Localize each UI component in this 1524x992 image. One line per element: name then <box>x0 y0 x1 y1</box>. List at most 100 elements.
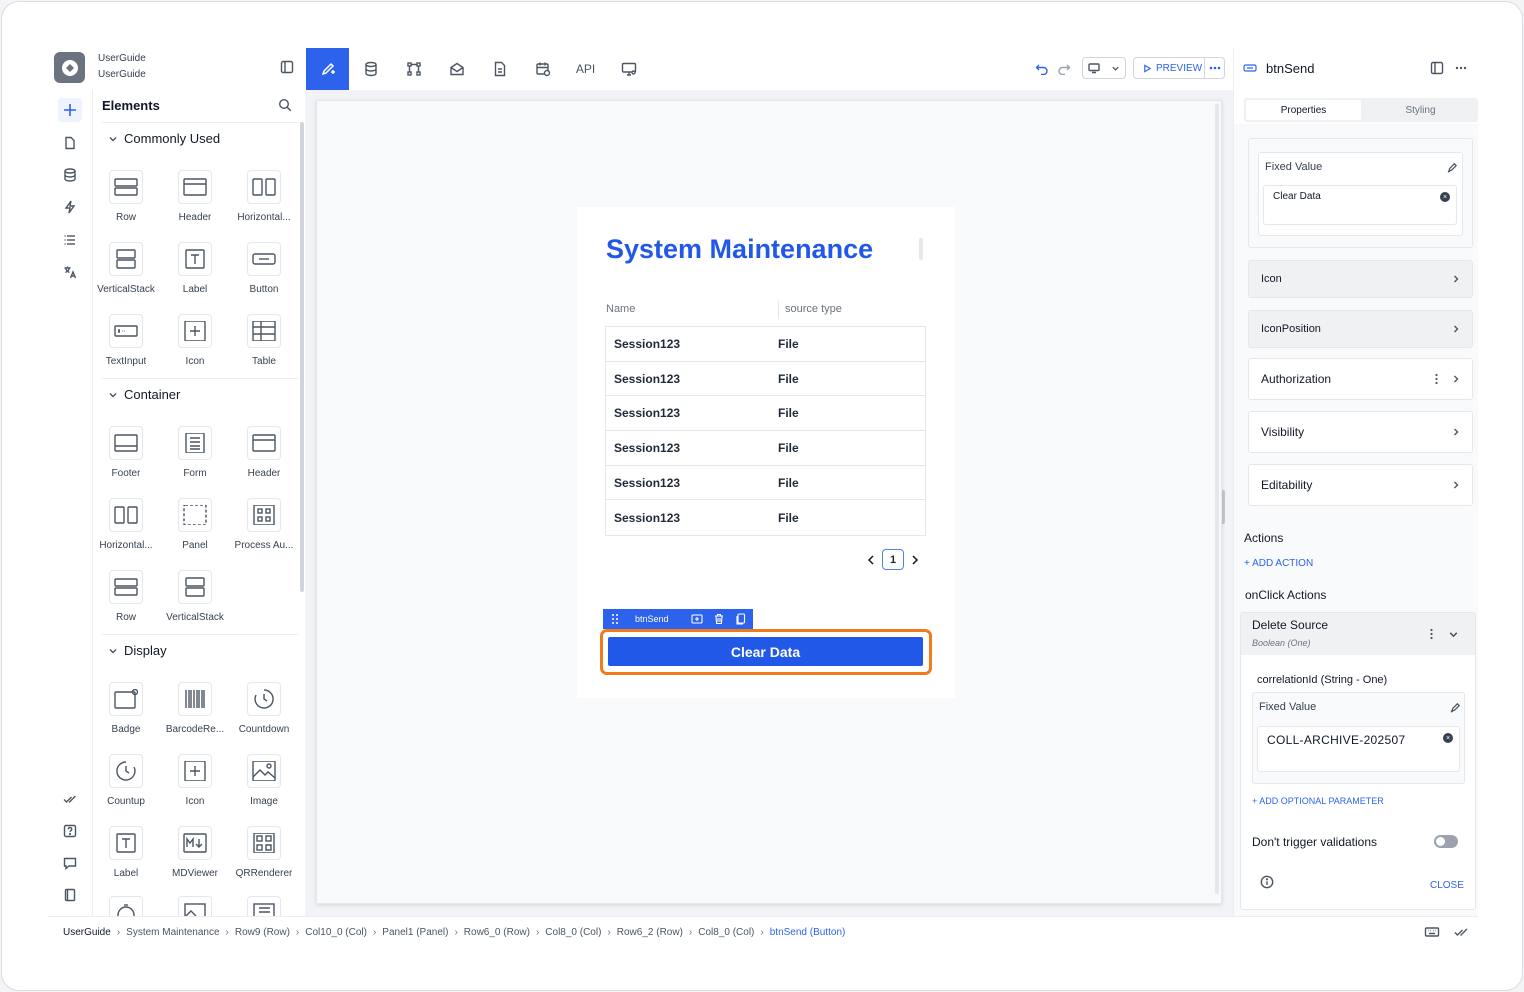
element-horizontal[interactable]: Horizontal... <box>229 160 299 232</box>
section-display[interactable]: Display <box>102 634 298 666</box>
image-icon[interactable] <box>178 896 212 916</box>
edit-mode-icon[interactable] <box>1450 702 1461 713</box>
device-select[interactable] <box>1082 57 1126 79</box>
element-image[interactable]: Image <box>229 744 299 816</box>
table-row[interactable]: Session123 File <box>606 362 925 397</box>
clear-value-icon[interactable]: × <box>1443 733 1453 743</box>
canvas-scrollbar[interactable] <box>1215 104 1219 894</box>
element-countup[interactable]: Countup <box>91 744 161 816</box>
next-page-icon[interactable] <box>910 554 920 566</box>
breadcrumb-item[interactable]: Row6_0 (Row) <box>464 927 530 938</box>
mail-tool-icon[interactable] <box>435 48 478 90</box>
more-options-icon[interactable] <box>1204 58 1224 78</box>
database-tool-icon[interactable] <box>349 48 392 90</box>
group-icon[interactable]: Icon <box>1248 260 1473 298</box>
table-row[interactable]: Session123 File <box>606 431 925 466</box>
element-panel[interactable]: Panel <box>160 488 230 560</box>
element-form[interactable]: Form <box>160 416 230 488</box>
breadcrumb-item[interactable]: Row9 (Row) <box>235 927 290 938</box>
breadcrumb-item[interactable]: Row6_2 (Row) <box>617 927 683 938</box>
button-text-input[interactable]: Clear Data <box>1263 185 1457 225</box>
elements-scrollbar[interactable] <box>300 122 304 592</box>
kebab-menu-icon[interactable] <box>1435 373 1438 385</box>
page-number-button[interactable]: 1 <box>882 549 904 570</box>
table-row[interactable]: Session123 File <box>606 500 925 535</box>
element-verticalstack[interactable]: VerticalStack <box>91 232 161 304</box>
add-element-icon[interactable] <box>691 613 703 625</box>
screen-tool-icon[interactable] <box>607 48 650 90</box>
close-action-link[interactable]: CLOSE <box>1430 880 1464 891</box>
breadcrumb-item[interactable]: Col10_0 (Col) <box>305 927 367 938</box>
document-tool-icon[interactable] <box>478 48 521 90</box>
add-action-link[interactable]: + ADD ACTION <box>1244 558 1313 569</box>
search-icon[interactable] <box>278 98 292 112</box>
element-verticalstack-container[interactable]: VerticalStack <box>160 560 230 632</box>
element-label-display[interactable]: Label <box>91 816 161 888</box>
action-kebab-icon[interactable] <box>1430 628 1433 640</box>
group-visibility[interactable]: Visibility <box>1248 411 1473 453</box>
prev-page-icon[interactable] <box>866 554 876 566</box>
clear-value-icon[interactable]: × <box>1440 192 1450 202</box>
app-logo[interactable] <box>54 52 85 83</box>
drag-handle-icon[interactable] <box>611 613 619 625</box>
element-icon[interactable]: Icon <box>160 304 230 376</box>
element-process-automation[interactable]: Process Au... <box>229 488 299 560</box>
pages-icon[interactable] <box>58 131 82 155</box>
lightning-icon[interactable] <box>58 195 82 219</box>
trash-icon[interactable] <box>713 613 725 625</box>
tab-styling[interactable]: Styling <box>1363 98 1478 122</box>
element-table[interactable]: Table <box>229 304 299 376</box>
layout-icon[interactable] <box>1430 61 1444 75</box>
chat-icon[interactable] <box>58 851 82 875</box>
element-row[interactable]: Row <box>91 160 161 232</box>
collapse-panel-icon[interactable] <box>280 60 294 74</box>
workflow-tool-icon[interactable] <box>392 48 435 90</box>
keyboard-icon[interactable] <box>1424 925 1440 939</box>
group-editability[interactable]: Editability <box>1248 464 1473 506</box>
element-footer[interactable]: Footer <box>91 416 161 488</box>
undo-icon[interactable] <box>1035 61 1049 75</box>
element-horizontal-container[interactable]: Horizontal... <box>91 488 161 560</box>
element-icon-display[interactable]: Icon <box>160 744 230 816</box>
breadcrumb-item[interactable]: Col8_0 (Col) <box>545 927 601 938</box>
element-row-container[interactable]: Row <box>91 560 161 632</box>
element-mdviewer[interactable]: MDViewer <box>160 816 230 888</box>
double-check-icon[interactable] <box>1454 925 1470 939</box>
list-element-icon[interactable] <box>247 896 281 916</box>
redo-icon[interactable] <box>1057 61 1071 75</box>
element-header-container[interactable]: Header <box>229 416 299 488</box>
validations-toggle[interactable] <box>1434 835 1458 848</box>
table-row[interactable]: Session123 File <box>606 466 925 501</box>
element-label[interactable]: Label <box>160 232 230 304</box>
element-countdown[interactable]: Countdown <box>229 672 299 744</box>
section-container[interactable]: Container <box>102 378 298 410</box>
add-element-icon[interactable] <box>58 98 82 122</box>
timer-icon[interactable] <box>109 896 143 916</box>
element-button[interactable]: Button <box>229 232 299 304</box>
chevron-down-icon[interactable] <box>1448 629 1459 640</box>
design-tool-icon[interactable] <box>306 48 349 90</box>
correlation-id-input[interactable]: COLL-ARCHIVE-202507 <box>1257 726 1460 772</box>
table-row[interactable]: Session123 File <box>606 396 925 432</box>
element-badge[interactable]: Badge <box>91 672 161 744</box>
copy-icon[interactable] <box>735 613 747 625</box>
calendar-tool-icon[interactable] <box>521 48 564 90</box>
translate-icon[interactable] <box>58 260 82 284</box>
database-icon[interactable] <box>58 163 82 187</box>
element-textinput[interactable]: TextInput <box>91 304 161 376</box>
edit-mode-icon[interactable] <box>1447 162 1458 173</box>
tab-properties[interactable]: Properties <box>1246 100 1361 120</box>
add-optional-parameter-link[interactable]: + ADD OPTIONAL PARAMETER <box>1252 796 1384 806</box>
group-icon-position[interactable]: IconPosition <box>1248 310 1473 348</box>
book-icon[interactable] <box>58 883 82 907</box>
group-authorization[interactable]: Authorization <box>1248 358 1473 400</box>
double-check-icon[interactable] <box>58 787 82 811</box>
api-tool[interactable]: API <box>564 48 607 90</box>
element-barcode[interactable]: BarcodeRe... <box>160 672 230 744</box>
breadcrumb-item[interactable]: UserGuide <box>63 927 111 938</box>
list-icon[interactable] <box>58 228 82 252</box>
element-qrrenderer[interactable]: QRRenderer <box>229 816 299 888</box>
breadcrumb-item[interactable]: Panel1 (Panel) <box>382 927 448 938</box>
preview-button[interactable]: PREVIEW <box>1133 57 1225 79</box>
element-header[interactable]: Header <box>160 160 230 232</box>
